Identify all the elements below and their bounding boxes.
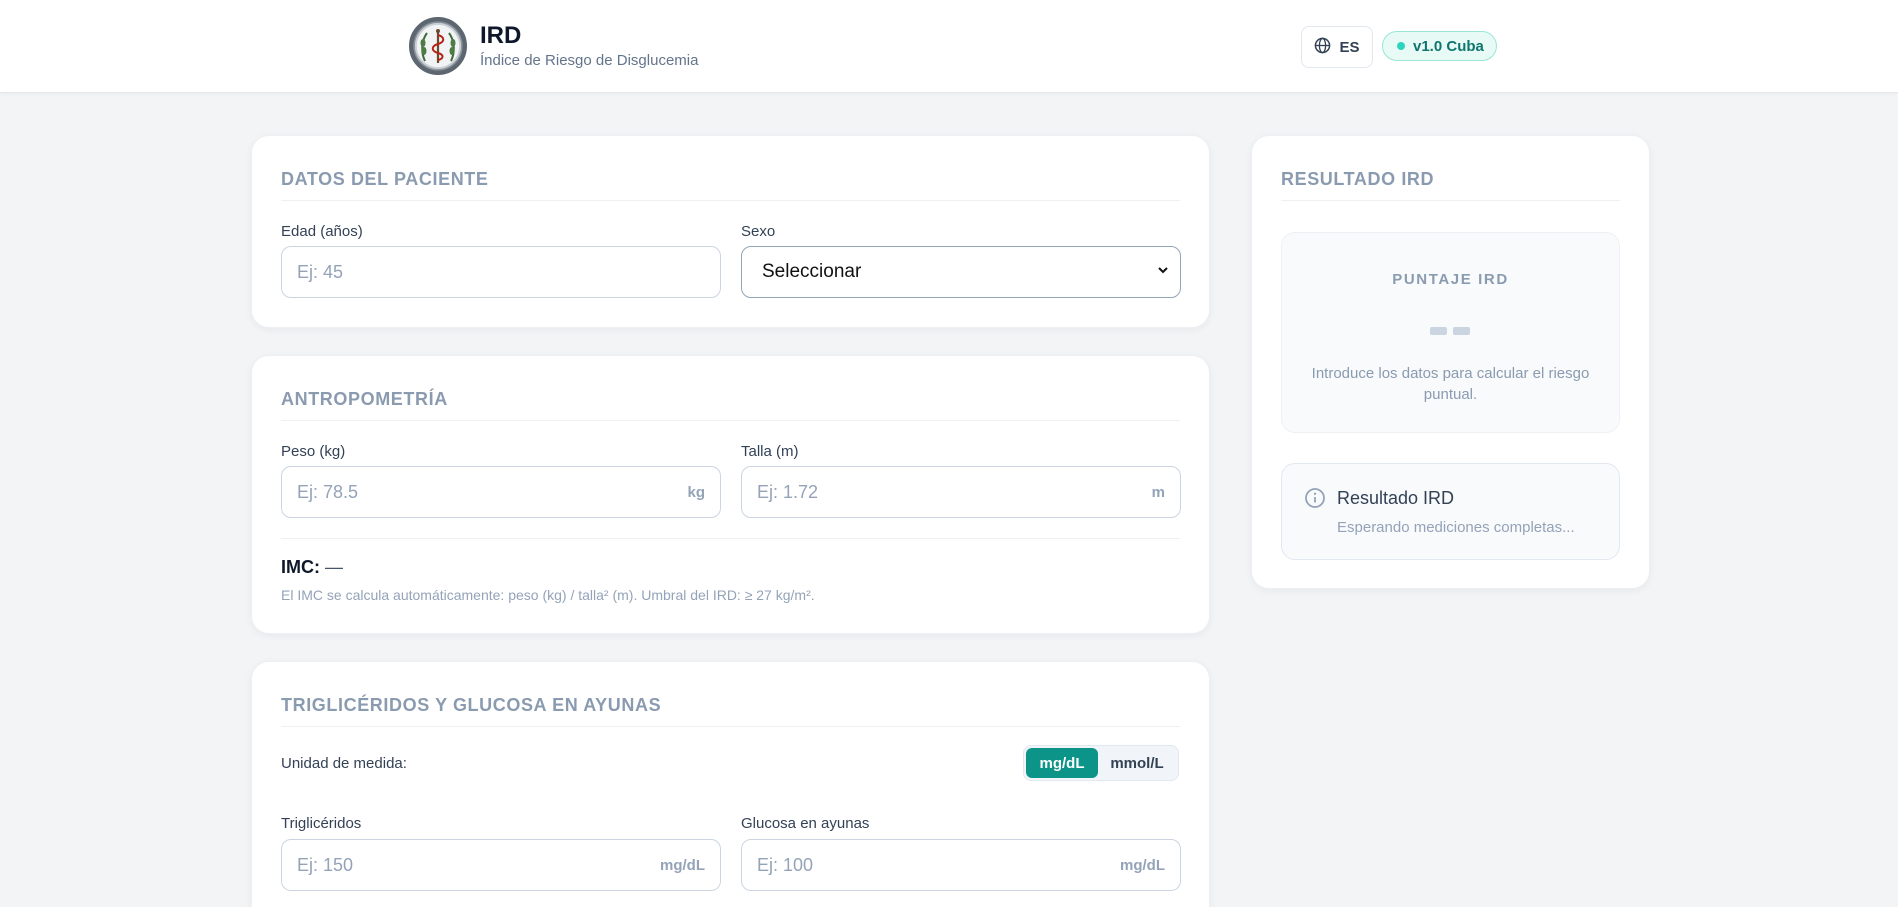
- app-header: IRD Índice de Riesgo de Disglucemia ES v…: [0, 0, 1898, 93]
- result-panel: RESULTADO IRD PUNTAJE IRD Introduce los …: [1251, 135, 1650, 589]
- divider: [281, 538, 1180, 539]
- age-field[interactable]: [281, 246, 721, 298]
- labs-card-title: TRIGLICÉRIDOS Y GLUCOSA EN AYUNAS: [281, 695, 662, 715]
- triglycerides-input[interactable]: [297, 854, 652, 876]
- score-placeholder-dashes: [1430, 327, 1470, 335]
- imc-label: IMC:: [281, 557, 320, 577]
- triglycerides-field[interactable]: mg/dL: [281, 839, 721, 891]
- divider: [281, 420, 1180, 421]
- weight-field[interactable]: kg: [281, 466, 721, 518]
- age-input[interactable]: [297, 261, 705, 283]
- info-icon: [1304, 487, 1326, 514]
- chevron-down-icon: [1156, 261, 1170, 283]
- result-info-box: Resultado IRD Esperando mediciones compl…: [1281, 463, 1620, 560]
- patient-data-card: DATOS DEL PACIENTE Edad (años) Sexo Sele…: [251, 135, 1210, 328]
- divider: [1281, 200, 1620, 201]
- score-box: PUNTAJE IRD Introduce los datos para cal…: [1281, 232, 1620, 433]
- divider: [281, 726, 1180, 727]
- weight-unit: kg: [687, 483, 705, 501]
- imc-value: —: [325, 557, 344, 577]
- unit-toggle: mg/dL mmol/L: [1023, 745, 1179, 781]
- info-title: Resultado IRD: [1337, 488, 1455, 508]
- sex-label: Sexo: [741, 223, 776, 240]
- score-hint: Introduce los datos para calcular el rie…: [1311, 365, 1590, 403]
- result-panel-title: RESULTADO IRD: [1281, 169, 1435, 189]
- labs-card: TRIGLICÉRIDOS Y GLUCOSA EN AYUNAS Unidad…: [251, 661, 1210, 907]
- medical-caduceus-logo: [409, 17, 467, 75]
- glucose-label: Glucosa en ayunas: [741, 815, 870, 832]
- glucose-unit: mg/dL: [1120, 856, 1165, 874]
- anthropometry-card: ANTROPOMETRÍA Peso (kg) kg Talla (m) m I…: [251, 355, 1210, 634]
- age-label: Edad (años): [281, 223, 363, 240]
- globe-icon: [1314, 37, 1331, 58]
- imc-note: El IMC se calcula automáticamente: peso …: [281, 587, 815, 603]
- imc-readout: IMC: —: [281, 557, 343, 578]
- app-subtitle: Índice de Riesgo de Disglucemia: [480, 52, 699, 69]
- weight-label: Peso (kg): [281, 443, 346, 460]
- height-label: Talla (m): [741, 443, 799, 460]
- triglycerides-label: Triglicéridos: [281, 815, 362, 832]
- patient-card-title: DATOS DEL PACIENTE: [281, 169, 489, 189]
- height-input[interactable]: [757, 481, 1144, 503]
- info-status: Esperando mediciones completas...: [1337, 519, 1575, 536]
- anthropometry-card-title: ANTROPOMETRÍA: [281, 389, 448, 409]
- sex-select[interactable]: Seleccionar: [741, 246, 1181, 298]
- sex-selected-value: Seleccionar: [762, 261, 862, 282]
- unit-option-mgdl[interactable]: mg/dL: [1026, 748, 1098, 778]
- triglycerides-unit: mg/dL: [660, 856, 705, 874]
- height-field[interactable]: m: [741, 466, 1181, 518]
- language-code: ES: [1339, 38, 1360, 56]
- unit-option-mmoll[interactable]: mmol/L: [1098, 748, 1176, 778]
- divider: [281, 200, 1180, 201]
- language-button[interactable]: ES: [1301, 26, 1373, 68]
- score-title: PUNTAJE IRD: [1392, 271, 1509, 288]
- glucose-input[interactable]: [757, 854, 1112, 876]
- version-text: v1.0 Cuba: [1413, 37, 1484, 55]
- weight-input[interactable]: [297, 481, 680, 503]
- glucose-field[interactable]: mg/dL: [741, 839, 1181, 891]
- app-name: IRD: [480, 22, 522, 49]
- height-unit: m: [1151, 483, 1165, 501]
- unit-label: Unidad de medida:: [281, 755, 407, 772]
- version-badge: v1.0 Cuba: [1382, 31, 1497, 61]
- status-dot-icon: [1397, 42, 1405, 50]
